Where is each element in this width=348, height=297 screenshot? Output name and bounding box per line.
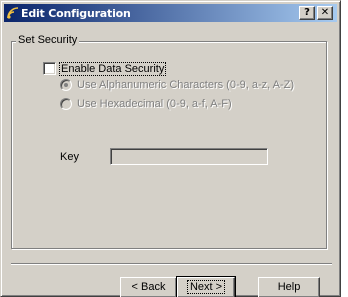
hexadecimal-radio[interactable] [60,98,72,110]
wireless-signal-icon [7,7,19,19]
window-title: Edit Configuration [21,6,131,20]
hexadecimal-option[interactable]: Use Hexadecimal (0-9, a-f, A-F) [60,98,232,110]
key-input[interactable] [110,148,268,165]
next-button-label: Next > [186,280,226,294]
enable-security-row[interactable]: Enable Data Security [43,61,167,76]
key-label: Key [60,151,79,163]
help-title-button[interactable]: ? [299,6,315,20]
help-button[interactable]: Help [258,277,320,297]
alphanumeric-option[interactable]: Use Alphanumeric Characters (0-9, a-z, A… [60,79,294,91]
enable-security-label[interactable]: Enable Data Security [58,61,167,76]
alphanumeric-radio[interactable] [60,79,72,91]
back-button[interactable]: < Back [120,277,177,297]
button-separator [11,263,332,265]
alphanumeric-label: Use Alphanumeric Characters (0-9, a-z, A… [77,79,295,91]
next-button[interactable]: Next > [176,276,236,297]
hexadecimal-label: Use Hexadecimal (0-9, a-f, A-F) [77,98,232,110]
enable-security-checkbox[interactable] [43,62,56,75]
close-title-button[interactable]: ✕ [317,6,333,20]
group-label: Set Security [16,34,80,46]
edit-configuration-dialog: Edit Configuration ? ✕ Set Security Enab… [0,0,341,297]
title-bar[interactable]: Edit Configuration ? ✕ [4,4,337,22]
